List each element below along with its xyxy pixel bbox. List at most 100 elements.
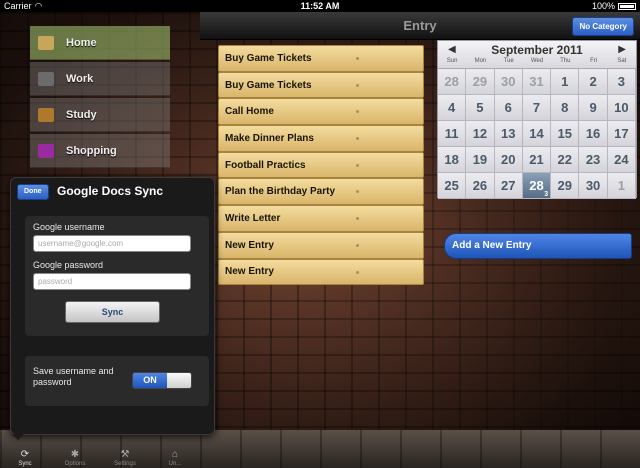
save-credentials-toggle[interactable]: ON [132, 372, 192, 389]
weekday-label: Sat [617, 58, 627, 64]
calendar-day[interactable]: 7 [522, 95, 552, 121]
calendar-day[interactable]: 5 [466, 95, 495, 121]
sidebar-item-0[interactable]: Home [30, 26, 170, 60]
calendar-day[interactable]: 26 [466, 173, 495, 199]
day-number: 13 [500, 126, 516, 141]
calendar-day[interactable]: 24 [607, 147, 636, 173]
calendar-day[interactable]: 27 [494, 173, 523, 199]
task-divider-dot [356, 137, 359, 141]
calendar-day[interactable]: 8 [551, 95, 580, 121]
calendar-day[interactable]: 2 [579, 69, 608, 95]
calendar-day[interactable]: 1 [551, 69, 580, 95]
day-number: 14 [529, 126, 544, 141]
calendar-day[interactable]: 28 [438, 69, 467, 95]
calendar-day[interactable]: 29 [551, 173, 580, 199]
calendar-day[interactable]: 13 [494, 121, 523, 147]
day-number: 25 [444, 178, 459, 193]
day-number: 3 [617, 74, 625, 89]
task-divider-dot [356, 163, 359, 167]
calendar-day-today[interactable]: 28 3 [522, 173, 552, 199]
sidebar-item-label: Work [66, 72, 94, 85]
login-group: Google username Google password Sync [25, 216, 209, 336]
sync-button[interactable]: Sync [65, 301, 160, 323]
calendar-day[interactable]: 12 [466, 121, 495, 147]
day-number: 27 [500, 178, 516, 193]
tab-0[interactable]: ⟳ Sync [0, 442, 50, 468]
next-month-icon[interactable]: ▶ [618, 44, 626, 55]
password-input[interactable] [33, 273, 191, 290]
task-row[interactable]: Buy Game Tickets [218, 71, 424, 99]
day-number: 21 [529, 152, 544, 167]
calendar-day[interactable]: 14 [522, 121, 552, 147]
tab-2[interactable]: ⚒ Settings [100, 442, 150, 468]
done-button[interactable]: Done [17, 184, 49, 200]
day-number: 1 [617, 178, 625, 193]
day-number: 29 [472, 74, 488, 89]
task-row[interactable]: Call Home [218, 98, 424, 126]
add-new-entry-button[interactable]: Add a New Entry [444, 233, 632, 259]
task-row[interactable]: Write Letter [218, 205, 424, 232]
sidebar-item-2[interactable]: Study [30, 98, 170, 132]
trash-icon: ⌂ [171, 449, 179, 460]
calendar-day[interactable]: 17 [607, 121, 636, 147]
task-row[interactable]: New Entry [218, 258, 424, 286]
tab-1[interactable]: ✱ Options [50, 442, 100, 468]
day-number: 28 [444, 74, 459, 89]
calendar-day[interactable]: 30 [579, 173, 608, 199]
calendar-day[interactable]: 22 [551, 147, 580, 173]
calendar-day[interactable]: 4 [438, 95, 467, 121]
calendar-day[interactable]: 20 [494, 147, 523, 173]
calendar-day[interactable]: 18 [438, 147, 467, 173]
calendar-day[interactable]: 21 [522, 147, 552, 173]
calendar-header: ◀ September 2011 ▶ Sun Mon Tue Wed Thu Fri Sat [438, 41, 636, 69]
tab-3[interactable]: ⌂ Un... [150, 442, 200, 468]
task-row[interactable]: Football Practics [218, 151, 424, 179]
day-number: 11 [444, 126, 459, 141]
calendar-day[interactable]: 29 [466, 69, 495, 95]
day-number: 31 [529, 74, 544, 89]
calendar-day[interactable]: 23 [579, 147, 608, 173]
calendar-day[interactable]: 30 [494, 69, 523, 95]
calendar-day[interactable]: 9 [579, 95, 608, 121]
sidebar-item-3[interactable]: Shopping [30, 134, 170, 168]
day-number: 7 [532, 100, 541, 115]
task-row[interactable]: Buy Game Tickets [218, 45, 424, 72]
nav-bar: Entry No Category [200, 12, 640, 40]
task-label: Make Dinner Plans [225, 132, 314, 144]
popover-header: Done Google Docs Sync [11, 178, 214, 204]
sidebar-item-1[interactable]: Work [30, 62, 170, 96]
task-list: Buy Game Tickets Buy Game Tickets Call Hom… [218, 45, 424, 286]
task-label: New Entry [225, 266, 274, 278]
calendar-day[interactable]: 1 [607, 173, 636, 199]
weekday-label: Wed [530, 58, 544, 64]
calendar-day[interactable]: 31 [522, 69, 552, 95]
calendar-day[interactable]: 19 [466, 147, 495, 173]
tab-bar: ⟳ Sync ✱ Options ⚒ Settings ⌂ Un... [0, 442, 200, 468]
calendar-day[interactable]: 6 [494, 95, 523, 121]
day-number: 5 [476, 100, 484, 115]
calendar-day[interactable]: 15 [551, 121, 580, 147]
calendar-day[interactable]: 16 [579, 121, 608, 147]
sync-icon: ⟳ [20, 449, 30, 460]
task-row[interactable]: Plan the Birthday Party [218, 178, 424, 206]
username-input[interactable] [33, 235, 191, 252]
task-row[interactable]: Make Dinner Plans [218, 125, 424, 152]
task-label: Plan the Birthday Party [225, 186, 336, 198]
day-number: 17 [614, 126, 629, 141]
day-number: 4 [448, 100, 456, 115]
task-label: Write Letter [225, 212, 281, 224]
no-category-button[interactable]: No Category [572, 17, 634, 36]
calendar-day[interactable]: 25 [438, 173, 467, 199]
task-divider-dot [356, 110, 359, 114]
calendar-day[interactable]: 11 [438, 121, 467, 147]
day-number: 1 [561, 74, 569, 89]
sidebar-item-label: Home [66, 36, 97, 49]
calendar-day[interactable]: 10 [607, 95, 636, 121]
tab-label: Sync [18, 461, 32, 467]
calendar-day[interactable]: 3 [607, 69, 636, 95]
tab-label: Settings [114, 461, 136, 467]
day-number: 30 [585, 178, 601, 193]
task-label: Buy Game Tickets [225, 79, 312, 91]
task-row[interactable]: New Entry [218, 231, 424, 259]
day-number: 18 [444, 152, 459, 167]
